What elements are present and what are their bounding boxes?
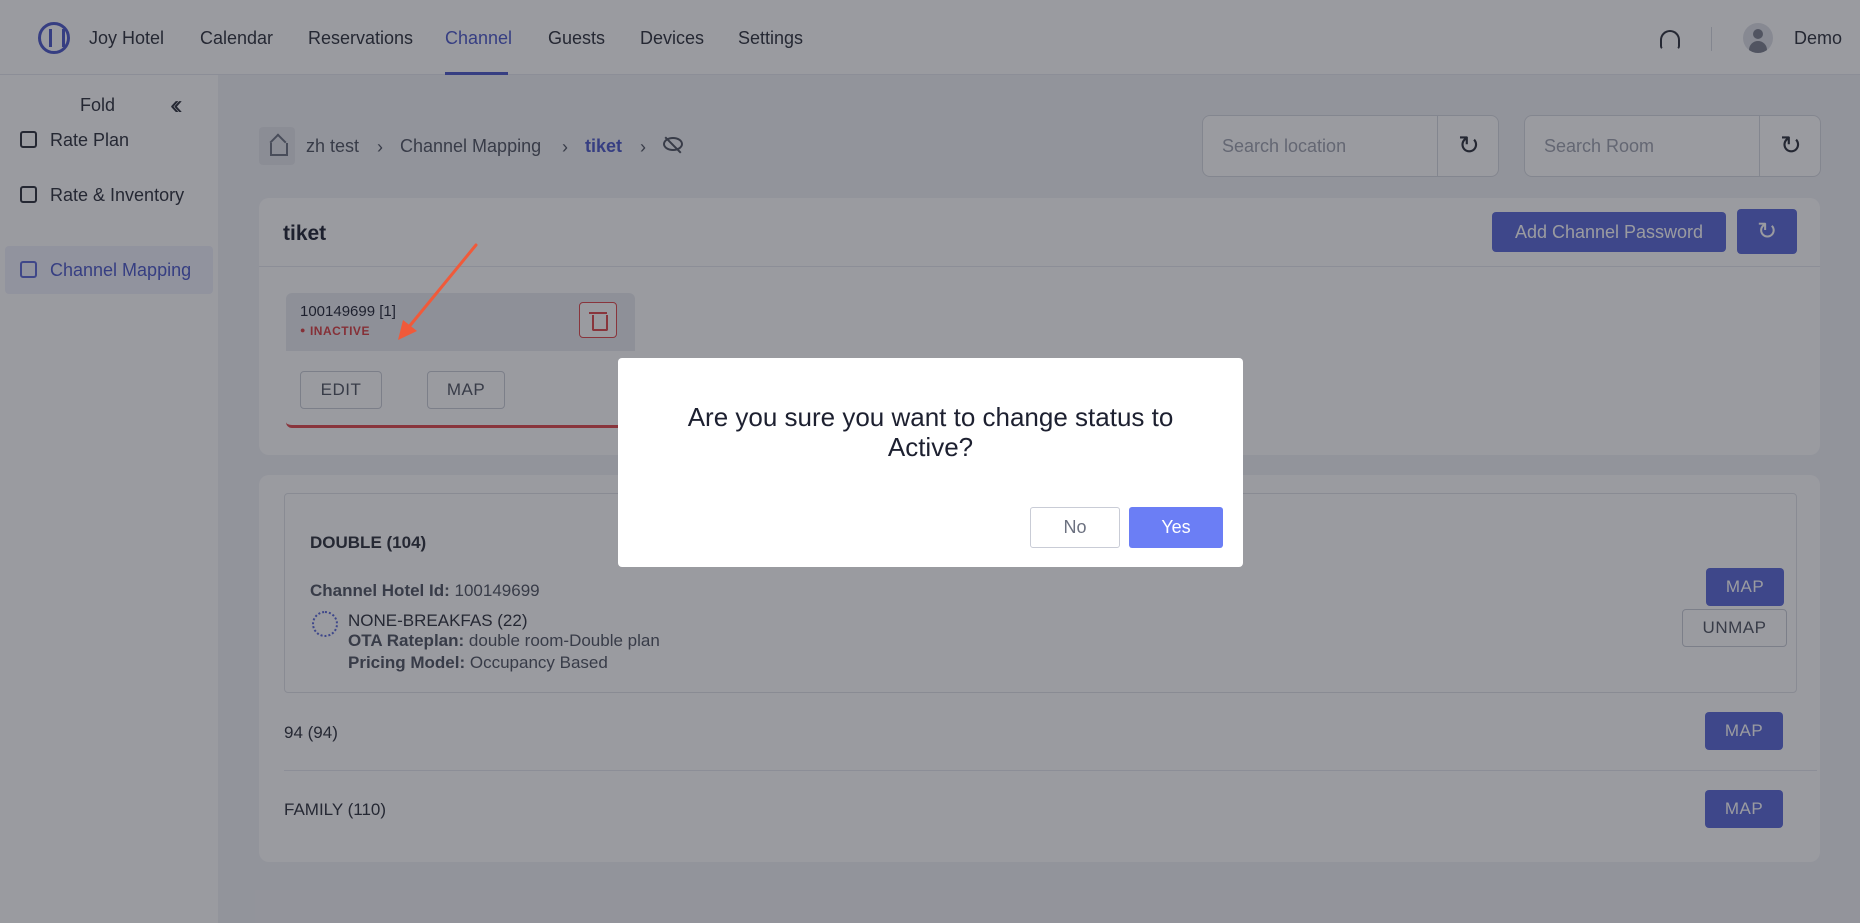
yes-button[interactable]: Yes <box>1129 507 1223 548</box>
confirm-message: Are you sure you want to change status t… <box>687 402 1174 462</box>
no-button[interactable]: No <box>1030 507 1120 548</box>
confirm-dialog: Are you sure you want to change status t… <box>618 358 1243 567</box>
